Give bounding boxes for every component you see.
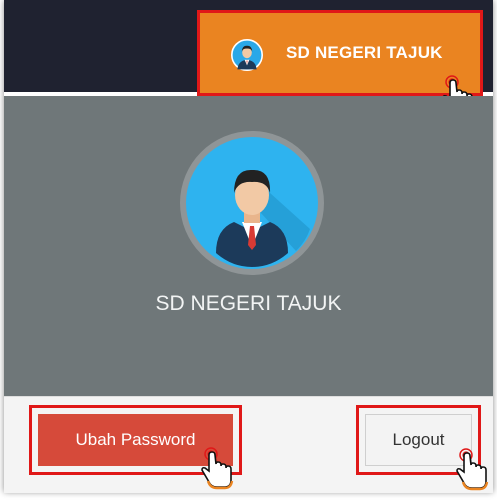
user-avatar-icon [180,131,324,275]
top-navbar: SD NEGERI TAJUK [4,0,493,118]
user-menu-toggle[interactable]: SD NEGERI TAJUK [197,10,483,118]
user-profile-panel: SD NEGERI TAJUK [4,96,493,396]
change-password-label: Ubah Password [38,414,233,466]
logout-label: Logout [365,414,472,466]
user-avatar-icon [231,39,263,71]
user-dropdown-frame: SD NEGERI TAJUK SD NEGERI TAJUK Ubah Pas… [4,0,493,493]
change-password-button[interactable]: Ubah Password [29,405,242,490]
user-menu-label: SD NEGERI TAJUK [286,43,443,62]
profile-name: SD NEGERI TAJUK [155,292,342,315]
user-footer: Ubah Password Logout [4,396,493,493]
logout-button[interactable]: Logout [356,405,489,491]
